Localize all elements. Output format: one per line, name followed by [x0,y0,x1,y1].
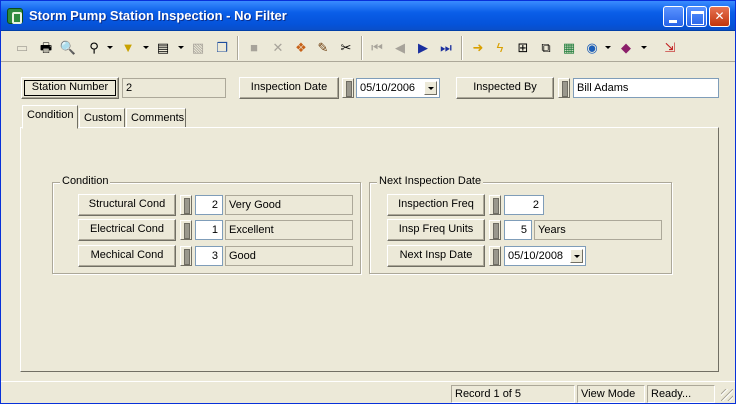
next-insp-date-lock-icon[interactable] [489,246,501,266]
electrical-cond-button[interactable]: Electrical Cond [78,219,176,241]
next-inspection-group-title: Next Inspection Date [377,175,484,187]
copy-form-icon[interactable]: ❐ [211,37,233,59]
structural-cond-code[interactable]: 2 [195,195,223,215]
mode-indicator: View Mode [577,385,645,403]
chevron-down-icon[interactable] [570,249,583,263]
cut-icon[interactable]: ✂ [335,37,357,59]
insp-freq-units-lock-icon[interactable] [489,220,501,240]
properties-icon[interactable]: ▧ [187,37,209,59]
electrical-cond-lock-icon[interactable] [180,220,192,240]
lightning-icon[interactable]: ϟ [489,37,511,59]
app-window: Storm Pump Station Inspection - No Filte… [0,0,736,404]
last-record-icon[interactable]: ⏭ [435,37,457,59]
inspected-by-button[interactable]: Inspected By [456,77,554,99]
save-icon[interactable]: ▭ [11,37,33,59]
toolbar: ▭ 🖶 🔍 ⚲ ▼ ▤ ▧ ❐ ■ ✕ ❖ ✎ ✂ ⏮ ◀ ▶ ⏭ ➜ ϟ ⊞ … [1,32,735,62]
map-icon[interactable]: ▦ [558,37,580,59]
next-record-icon[interactable]: ▶ [412,37,434,59]
station-number-button[interactable]: Station Number [21,77,119,99]
mechanical-cond-code[interactable]: 3 [195,246,223,266]
next-insp-date-combo[interactable]: 05/10/2008 [504,246,586,266]
maximize-button[interactable] [686,6,707,27]
structural-cond-lock-icon[interactable] [180,195,192,215]
inspected-by-field[interactable]: Bill Adams [573,78,719,98]
electrical-cond-text: Excellent [225,220,353,240]
electrical-cond-code[interactable]: 1 [195,220,223,240]
tab-custom[interactable]: Custom [79,108,125,128]
inspection-freq-field[interactable]: 2 [504,195,544,215]
book-icon[interactable]: ◆ [615,37,637,59]
inspection-date-value: 05/10/2006 [360,82,416,94]
tab-comments[interactable]: Comments [126,108,186,128]
globe-dropdown-icon[interactable] [605,46,611,49]
edit-icon[interactable]: ✎ [312,37,334,59]
minimize-button[interactable] [663,6,684,27]
inspection-date-lock-icon[interactable] [342,78,354,98]
inspection-date-combo[interactable]: 05/10/2006 [356,78,440,98]
structural-cond-button[interactable]: Structural Cond [78,194,176,216]
toolbar-separator [361,36,363,60]
insp-freq-units-button[interactable]: Insp Freq Units [387,219,485,241]
close-button[interactable]: ✕ [709,6,730,27]
print-preview-icon[interactable]: 🔍 [57,37,79,59]
view-dropdown-icon[interactable] [178,46,184,49]
mechanical-cond-lock-icon[interactable] [180,246,192,266]
chevron-down-icon[interactable] [424,81,437,95]
toolbar-separator [461,36,463,60]
relations-icon[interactable]: ⧉ [535,37,557,59]
insp-freq-units-text: Years [534,220,662,240]
book-dropdown-icon[interactable] [641,46,647,49]
ready-indicator: Ready... [647,385,715,403]
record-indicator: Record 1 of 5 [451,385,575,403]
delete-icon[interactable]: ✕ [267,37,289,59]
tab-condition[interactable]: Condition [22,105,78,129]
app-icon [7,8,23,24]
condition-group-title: Condition [60,175,111,187]
delete-disabled-icon[interactable]: ■ [243,37,265,59]
find-icon[interactable]: ⚲ [83,37,105,59]
insp-freq-units-code[interactable]: 5 [504,220,532,240]
attach-icon[interactable]: ❖ [290,37,312,59]
title-bar[interactable]: Storm Pump Station Inspection - No Filte… [1,1,735,31]
new-record-icon[interactable]: ➜ [467,37,489,59]
next-insp-date-value: 05/10/2008 [508,250,564,262]
exit-icon[interactable]: ⇲ [659,37,681,59]
print-icon[interactable]: 🖶 [35,37,57,59]
mechanical-cond-button[interactable]: Mechical Cond [78,245,176,267]
first-record-icon[interactable]: ⏮ [366,37,388,59]
previous-record-icon[interactable]: ◀ [389,37,411,59]
inspection-freq-button[interactable]: Inspection Freq [387,194,485,216]
filter-icon[interactable]: ▼ [117,37,139,59]
resize-grip-icon[interactable] [721,389,733,401]
status-bar: Record 1 of 5 View Mode Ready... [1,381,735,403]
inspected-by-lock-icon[interactable] [558,78,570,98]
station-number-field: 2 [122,78,226,98]
filter-dropdown-icon[interactable] [143,46,149,49]
structural-cond-text: Very Good [225,195,353,215]
view-icon[interactable]: ▤ [152,37,174,59]
find-dropdown-icon[interactable] [107,46,113,49]
toolbar-separator [237,36,239,60]
inspection-freq-lock-icon[interactable] [489,195,501,215]
window-title: Storm Pump Station Inspection - No Filte… [29,8,287,23]
structure-icon[interactable]: ⊞ [512,37,534,59]
globe-icon[interactable]: ◉ [581,37,603,59]
next-insp-date-button[interactable]: Next Insp Date [387,245,485,267]
inspection-date-button[interactable]: Inspection Date [239,77,339,99]
mechanical-cond-text: Good [225,246,353,266]
